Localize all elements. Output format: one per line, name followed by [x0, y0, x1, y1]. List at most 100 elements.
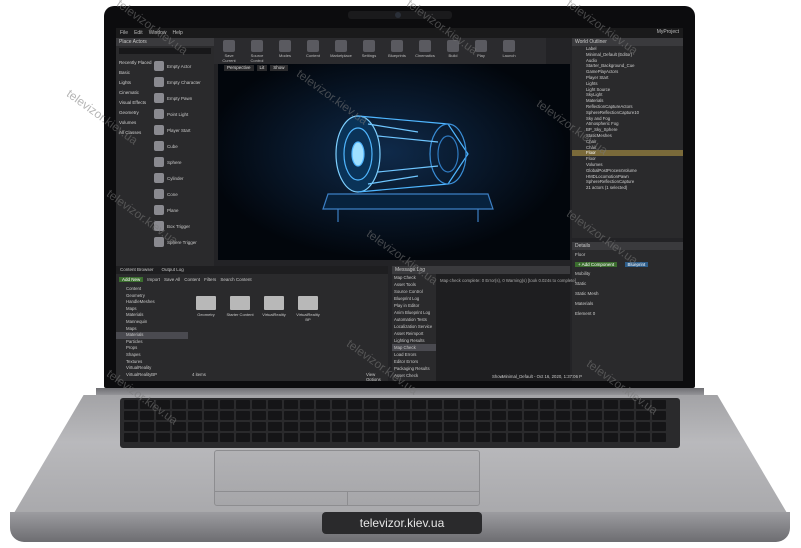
content-folder[interactable]: Starter Content — [226, 296, 254, 322]
perspective-button[interactable]: Perspective — [224, 65, 254, 71]
key[interactable] — [620, 422, 634, 431]
toolbar-button[interactable]: Cinematics — [414, 38, 436, 64]
key[interactable] — [124, 411, 138, 420]
key[interactable] — [508, 422, 522, 431]
message-log-source[interactable]: Automation Tests — [392, 316, 436, 323]
place-category[interactable]: Recently Placed — [116, 58, 152, 68]
key[interactable] — [204, 422, 218, 431]
toolbar-button[interactable]: Content — [302, 38, 324, 64]
place-category[interactable]: Cinematic — [116, 88, 152, 98]
place-actor-item[interactable]: Point Light — [154, 106, 214, 122]
content-folder[interactable]: VirtualReality — [260, 296, 288, 322]
key[interactable] — [236, 422, 250, 431]
key[interactable] — [220, 433, 234, 442]
key[interactable] — [412, 433, 426, 442]
place-actor-item[interactable]: Empty Actor — [154, 58, 214, 74]
key[interactable] — [188, 422, 202, 431]
level-viewport[interactable]: Perspective Lit Show — [218, 64, 570, 260]
key[interactable] — [268, 422, 282, 431]
key[interactable] — [460, 400, 474, 409]
key[interactable] — [364, 422, 378, 431]
message-log-source[interactable]: Editor Errors — [392, 358, 436, 365]
key[interactable] — [604, 400, 618, 409]
key[interactable] — [588, 422, 602, 431]
key[interactable] — [476, 422, 490, 431]
key[interactable] — [332, 400, 346, 409]
key[interactable] — [428, 411, 442, 420]
content-tree-item[interactable]: Textures — [116, 359, 188, 366]
key[interactable] — [476, 411, 490, 420]
key[interactable] — [364, 433, 378, 442]
key[interactable] — [508, 411, 522, 420]
key[interactable] — [412, 400, 426, 409]
content-tree-item[interactable]: Props — [116, 345, 188, 352]
key[interactable] — [604, 433, 618, 442]
key[interactable] — [620, 433, 634, 442]
message-log-source[interactable]: Source Control — [392, 288, 436, 295]
key[interactable] — [460, 411, 474, 420]
content-tree-item[interactable]: Maps — [116, 326, 188, 333]
key[interactable] — [492, 411, 506, 420]
key[interactable] — [204, 411, 218, 420]
key[interactable] — [236, 400, 250, 409]
key[interactable] — [300, 411, 314, 420]
place-actor-item[interactable]: Cone — [154, 186, 214, 202]
touchpad[interactable] — [214, 450, 480, 506]
place-actor-item[interactable]: Sphere — [154, 154, 214, 170]
key[interactable] — [556, 433, 570, 442]
key[interactable] — [284, 422, 298, 431]
key[interactable] — [604, 422, 618, 431]
key[interactable] — [252, 433, 266, 442]
filters-button[interactable]: Filters — [204, 277, 216, 282]
key[interactable] — [316, 433, 330, 442]
key[interactable] — [556, 422, 570, 431]
key[interactable] — [492, 422, 506, 431]
key[interactable] — [284, 400, 298, 409]
key[interactable] — [380, 411, 394, 420]
message-log-source[interactable]: Lighting Results — [392, 337, 436, 344]
key[interactable] — [476, 400, 490, 409]
key[interactable] — [236, 433, 250, 442]
key[interactable] — [444, 400, 458, 409]
key[interactable] — [204, 433, 218, 442]
content-folder[interactable]: Geometry — [192, 296, 220, 322]
place-actors-search[interactable] — [119, 48, 211, 54]
key[interactable] — [252, 400, 266, 409]
menu-edit[interactable]: Edit — [134, 30, 143, 36]
menu-file[interactable]: File — [120, 30, 128, 36]
key[interactable] — [524, 400, 538, 409]
content-tree-item[interactable]: Mannequin — [116, 319, 188, 326]
key[interactable] — [156, 433, 170, 442]
tab-output-log[interactable]: Output Log — [162, 266, 184, 274]
key[interactable] — [316, 422, 330, 431]
toolbar-button[interactable]: Launch — [498, 38, 520, 64]
keyboard[interactable] — [120, 398, 680, 448]
key[interactable] — [604, 411, 618, 420]
key[interactable] — [220, 422, 234, 431]
key[interactable] — [492, 400, 506, 409]
key[interactable] — [348, 433, 362, 442]
key[interactable] — [428, 400, 442, 409]
content-path[interactable]: Content — [184, 277, 200, 282]
place-actor-item[interactable]: Plane — [154, 202, 214, 218]
key[interactable] — [268, 433, 282, 442]
key[interactable] — [236, 411, 250, 420]
key[interactable] — [572, 411, 586, 420]
key[interactable] — [556, 411, 570, 420]
key[interactable] — [268, 411, 282, 420]
key[interactable] — [252, 411, 266, 420]
content-tree-item[interactable]: Maps — [116, 306, 188, 313]
key[interactable] — [332, 433, 346, 442]
content-tree-item[interactable]: Shapes — [116, 352, 188, 359]
key[interactable] — [300, 400, 314, 409]
place-actor-item[interactable]: Cube — [154, 138, 214, 154]
message-log-source[interactable]: Play in Editor — [392, 302, 436, 309]
key[interactable] — [492, 433, 506, 442]
key[interactable] — [396, 400, 410, 409]
message-log-source[interactable]: Asset Reimport — [392, 330, 436, 337]
key[interactable] — [444, 411, 458, 420]
key[interactable] — [140, 433, 154, 442]
key[interactable] — [636, 433, 650, 442]
content-tree-item[interactable]: HandleMeshes — [116, 299, 188, 306]
place-actor-item[interactable]: Cylinder — [154, 170, 214, 186]
